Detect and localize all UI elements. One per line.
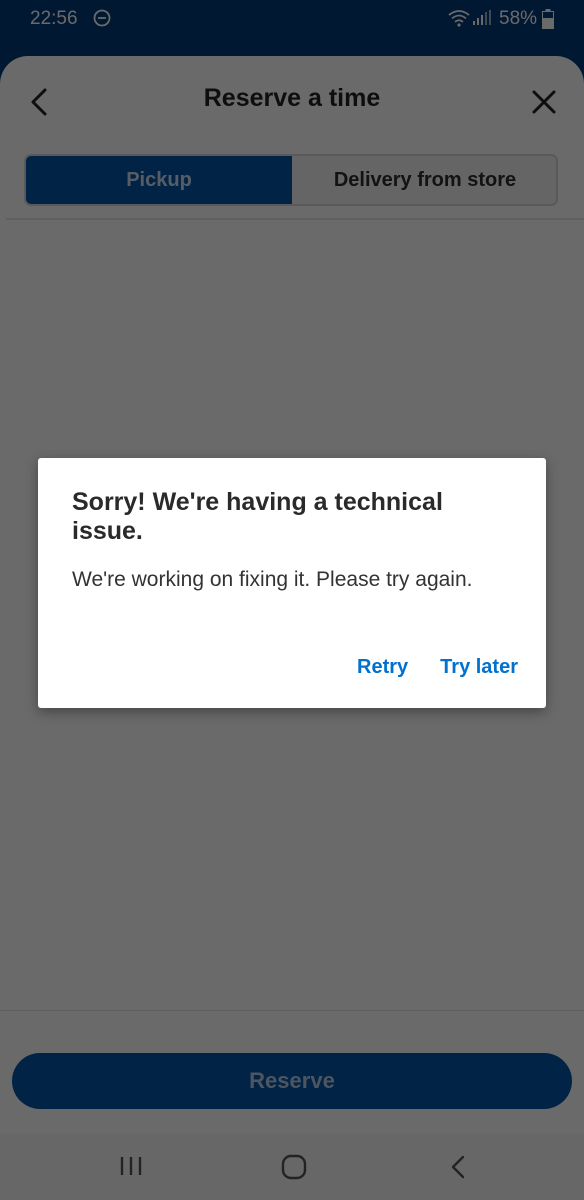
dialog-actions: Retry Try later — [357, 656, 518, 679]
close-icon — [532, 90, 556, 114]
battery-percentage: 58% — [499, 8, 538, 29]
header-divider — [0, 218, 584, 220]
try-later-button[interactable]: Try later — [440, 656, 518, 679]
system-nav-bar — [0, 1134, 584, 1200]
page-title: Reserve a time — [203, 84, 381, 112]
error-dialog: Sorry! We're having a technical issue. W… — [38, 458, 546, 708]
back-icon[interactable] — [448, 1154, 470, 1185]
wifi-icon — [447, 9, 471, 33]
dialog-title: Sorry! We're having a technical issue. — [72, 488, 443, 545]
tab-pickup[interactable]: Pickup — [26, 156, 292, 204]
side-panel-handle[interactable] — [0, 206, 6, 428]
tab-delivery-from-store[interactable]: Delivery from store — [292, 156, 556, 204]
retry-button[interactable]: Retry — [357, 656, 408, 679]
do-not-disturb-icon — [93, 9, 111, 27]
signal-icon — [472, 10, 492, 32]
status-time: 22:56 — [30, 8, 78, 29]
reserve-button[interactable]: Reserve — [12, 1053, 572, 1109]
close-button[interactable] — [526, 84, 562, 120]
status-bar: 22:56 58% — [0, 0, 584, 40]
recents-icon[interactable] — [118, 1154, 144, 1183]
battery-icon — [542, 9, 554, 35]
dialog-message: We're working on fixing it. Please try a… — [72, 568, 473, 591]
header: Reserve a time — [0, 56, 584, 146]
footer-divider — [0, 1010, 584, 1011]
home-icon[interactable] — [281, 1154, 307, 1185]
fulfillment-tabs: Pickup Delivery from store — [24, 154, 558, 206]
